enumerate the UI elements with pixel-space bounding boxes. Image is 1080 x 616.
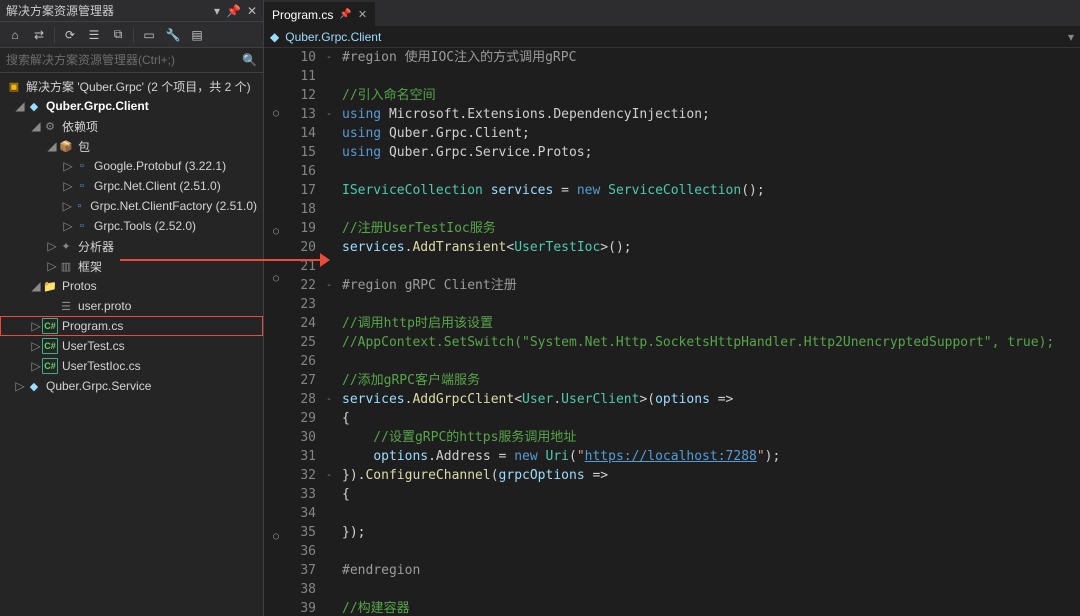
chevron-right-icon[interactable]: ▷ xyxy=(62,179,74,193)
panel-pin-icon[interactable]: 📌 xyxy=(226,4,241,18)
pkg-tools[interactable]: ▷ ▫ Grpc.Tools (2.52.0) xyxy=(0,216,263,236)
chevron-down-icon[interactable]: ◢ xyxy=(46,139,58,153)
line-number-gutter: 1011121314151617181920212223242526272829… xyxy=(288,48,322,616)
project-service[interactable]: ▷ ◆ Quber.Grpc.Service xyxy=(0,376,263,396)
chevron-right-icon[interactable]: ▷ xyxy=(46,259,58,273)
userproto-file[interactable]: ☰ user.proto xyxy=(0,296,263,316)
solution-icon: ▣ xyxy=(6,78,22,94)
solution-toolbar: ⌂ ⇄ ⟳ ☰ ⧉ ▭ 🔧 ▤ xyxy=(0,22,263,48)
package-icon: ▫ xyxy=(74,218,90,234)
crumb-project: Quber.Grpc.Client xyxy=(285,30,381,44)
chevron-down-icon[interactable]: ◢ xyxy=(30,279,42,293)
package-icon: 📦 xyxy=(58,138,74,154)
preview-icon[interactable]: ▤ xyxy=(186,24,208,46)
dependencies-icon: ⚙ xyxy=(42,118,58,134)
code-editor: Program.cs 📌 ✕ ◆ Quber.Grpc.Client ▾ ○○○… xyxy=(264,0,1080,616)
properties-icon[interactable]: 🔧 xyxy=(162,24,184,46)
chevron-right-icon[interactable]: ▷ xyxy=(62,159,74,173)
panel-titlebar: 解决方案资源管理器 ▾ 📌 ✕ xyxy=(0,0,263,22)
tab-label: Program.cs xyxy=(272,8,333,22)
chevron-right-icon[interactable]: ▷ xyxy=(46,239,58,253)
solution-explorer: 解决方案资源管理器 ▾ 📌 ✕ ⌂ ⇄ ⟳ ☰ ⧉ ▭ 🔧 ▤ 🔍 ▣ 解决方案… xyxy=(0,0,264,616)
folder-icon: 📁 xyxy=(42,278,58,294)
protos-folder[interactable]: ◢ 📁 Protos xyxy=(0,276,263,296)
switch-view-icon[interactable]: ⇄ xyxy=(28,24,50,46)
chevron-down-icon[interactable]: ◢ xyxy=(14,99,26,113)
package-icon: ▫ xyxy=(72,198,86,214)
packages-node[interactable]: ◢ 📦 包 xyxy=(0,136,263,156)
editor-tab-program[interactable]: Program.cs 📌 ✕ xyxy=(264,2,375,26)
package-icon: ▫ xyxy=(74,178,90,194)
editor-tabbar: Program.cs 📌 ✕ xyxy=(264,0,1080,26)
chevron-right-icon[interactable]: ▷ xyxy=(62,199,72,213)
dependencies-node[interactable]: ◢ ⚙ 依赖项 xyxy=(0,116,263,136)
chevron-down-icon[interactable]: ▾ xyxy=(1068,30,1074,44)
sync-icon[interactable]: ⟳ xyxy=(59,24,81,46)
solution-node[interactable]: ▣ 解决方案 'Quber.Grpc' (2 个项目，共 2 个) xyxy=(0,76,263,96)
project-client[interactable]: ◢ ◆ Quber.Grpc.Client xyxy=(0,96,263,116)
search-icon[interactable]: 🔍 xyxy=(242,53,257,67)
code-content[interactable]: #region 使用IOC注入的方式调用gRPC//引入命名空间using Mi… xyxy=(336,48,1080,616)
pin-icon[interactable]: 📌 xyxy=(339,9,351,20)
search-input[interactable] xyxy=(6,53,242,67)
code-area[interactable]: ○○○○ 10111213141516171819202122232425262… xyxy=(264,48,1080,616)
chevron-down-icon[interactable]: ◢ xyxy=(30,119,42,133)
cs-icon: C# xyxy=(42,358,58,374)
package-icon: ▫ xyxy=(74,158,90,174)
panel-title-text: 解决方案资源管理器 xyxy=(6,2,114,19)
cs-icon: C# xyxy=(42,318,58,334)
breadcrumb[interactable]: ◆ Quber.Grpc.Client ▾ xyxy=(264,26,1080,48)
analyzers-node[interactable]: ▷ ✦ 分析器 xyxy=(0,236,263,256)
usertest-file[interactable]: ▷ C# UserTest.cs xyxy=(0,336,263,356)
glyph-margin: ○○○○ xyxy=(264,48,288,616)
chevron-right-icon[interactable]: ▷ xyxy=(30,339,42,353)
chevron-right-icon[interactable]: ▷ xyxy=(30,359,42,373)
framework-icon: ▥ xyxy=(58,258,74,274)
show-all-icon[interactable]: ▭ xyxy=(138,24,160,46)
csproj-icon: ◆ xyxy=(270,30,279,44)
chevron-right-icon[interactable]: ▷ xyxy=(30,319,42,333)
collapse-icon[interactable]: ⧉ xyxy=(107,24,129,46)
panel-close-icon[interactable]: ✕ xyxy=(247,4,257,18)
home-icon[interactable]: ⌂ xyxy=(4,24,26,46)
program-file[interactable]: ▷ C# Program.cs xyxy=(0,316,263,336)
filter-icon[interactable]: ☰ xyxy=(83,24,105,46)
search-box[interactable]: 🔍 xyxy=(0,48,263,73)
panel-menu-icon[interactable]: ▾ xyxy=(214,4,220,18)
usertestioc-file[interactable]: ▷ C# UserTestIoc.cs xyxy=(0,356,263,376)
chevron-right-icon[interactable]: ▷ xyxy=(14,379,26,393)
pkg-protobuf[interactable]: ▷ ▫ Google.Protobuf (3.22.1) xyxy=(0,156,263,176)
close-icon[interactable]: ✕ xyxy=(358,8,367,21)
solution-tree: ▣ 解决方案 'Quber.Grpc' (2 个项目，共 2 个) ◢ ◆ Qu… xyxy=(0,73,263,616)
cs-icon: C# xyxy=(42,338,58,354)
file-icon: ☰ xyxy=(58,298,74,314)
pkg-clientfactory[interactable]: ▷ ▫ Grpc.Net.ClientFactory (2.51.0) xyxy=(0,196,263,216)
pkg-netclient[interactable]: ▷ ▫ Grpc.Net.Client (2.51.0) xyxy=(0,176,263,196)
chevron-right-icon[interactable]: ▷ xyxy=(62,219,74,233)
csproj-icon: ◆ xyxy=(26,378,42,394)
frameworks-node[interactable]: ▷ ▥ 框架 xyxy=(0,256,263,276)
analyzer-icon: ✦ xyxy=(58,238,74,254)
csproj-icon: ◆ xyxy=(26,98,42,114)
fold-column[interactable]: ----- xyxy=(322,48,336,616)
